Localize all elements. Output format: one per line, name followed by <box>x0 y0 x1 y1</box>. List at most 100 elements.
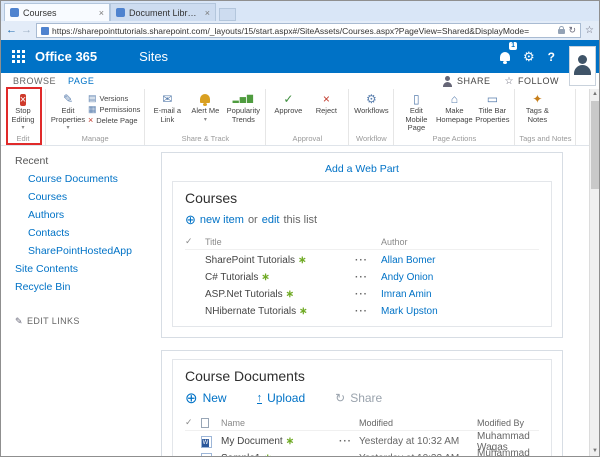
column-header-modified[interactable]: Modified <box>359 418 477 428</box>
column-header-name[interactable]: Name <box>221 418 339 428</box>
share-document-button[interactable]: ↻ Share <box>335 391 382 405</box>
stop-editing-button[interactable]: × Stop Editing ▾ <box>5 92 41 132</box>
share-button[interactable]: SHARE ☆ FOLLOW <box>443 76 559 87</box>
modified-date: Yesterday at 10:32 AM <box>359 453 477 456</box>
item-menu-ellipsis[interactable]: ··· <box>339 453 359 456</box>
sidebar-item-courses[interactable]: Courses <box>1 188 151 206</box>
home-icon: ⌂ <box>451 92 458 106</box>
tab-close-icon[interactable]: × <box>99 8 104 18</box>
item-menu-ellipsis[interactable]: ··· <box>355 306 381 317</box>
author-link[interactable]: Allan Bomer <box>381 255 539 266</box>
scrollbar-thumb[interactable] <box>591 101 599 189</box>
author-link[interactable]: Imran Amin <box>381 289 539 300</box>
word-document-icon <box>201 436 212 448</box>
group-label-manage: Manage <box>50 133 140 145</box>
make-homepage-button[interactable]: ⌂ Make Homepage <box>436 92 472 124</box>
table-row[interactable]: NHibernate Tutorials ··· Mark Upston <box>185 303 539 320</box>
column-header-title[interactable]: Title <box>205 237 355 247</box>
refresh-icon[interactable]: ↻ <box>568 25 576 36</box>
make-homepage-label: Make Homepage <box>436 107 473 124</box>
item-menu-ellipsis[interactable]: ··· <box>355 255 381 266</box>
tags-notes-button[interactable]: ✦ Tags & Notes <box>519 92 555 124</box>
office365-brand[interactable]: Office 365 <box>35 49 97 64</box>
help-icon[interactable]: ? <box>548 50 555 64</box>
email-link-button[interactable]: ✉ E-mail a Link <box>149 92 185 124</box>
approve-button[interactable]: ✓ Approve <box>270 92 306 116</box>
edit-properties-icon: ✎ <box>63 92 73 106</box>
scroll-up-arrow[interactable]: ▲ <box>590 89 600 99</box>
document-name-link[interactable]: My Document <box>221 436 283 447</box>
user-profile-avatar[interactable] <box>569 46 596 86</box>
alert-bell-icon <box>200 94 210 103</box>
select-all-checkmark[interactable]: ✓ <box>185 417 201 428</box>
new-item-link[interactable]: new item <box>200 214 244 226</box>
title-bar-icon: ▭ <box>487 92 498 106</box>
add-webpart-link[interactable]: Add a Web Part <box>172 161 552 181</box>
edit-properties-label: Edit Properties <box>50 107 86 124</box>
group-label-page-actions: Page Actions <box>398 133 510 145</box>
versions-button[interactable]: ▤ Versions <box>88 94 140 103</box>
tab-browse[interactable]: BROWSE <box>13 76 56 86</box>
url-field[interactable]: https://sharepointtutorials.sharepoint.c… <box>36 23 581 38</box>
alert-me-button[interactable]: Alert Me ▾ <box>187 92 223 124</box>
table-row[interactable]: ASP.Net Tutorials ··· Imran Amin <box>185 286 539 303</box>
workflows-button[interactable]: ⚙ Workflows <box>353 92 389 116</box>
delete-page-button[interactable]: × Delete Page <box>88 116 140 125</box>
edit-mobile-page-button[interactable]: ▯ Edit Mobile Page <box>398 92 434 133</box>
modified-date: Yesterday at 10:32 AM <box>359 436 477 447</box>
pencil-icon: ✎ <box>15 312 23 330</box>
new-item-badge-icon <box>261 272 269 283</box>
edit-properties-button[interactable]: ✎ Edit Properties ▾ <box>50 92 86 132</box>
ribbon-group-workflow: ⚙ Workflows Workflow <box>349 89 394 145</box>
approve-check-icon: ✓ <box>283 92 293 106</box>
browser-tab-courses[interactable]: Courses × <box>4 3 110 21</box>
back-button[interactable]: ← <box>6 25 17 36</box>
upload-button[interactable]: ↑ Upload <box>257 391 306 405</box>
courses-title[interactable]: Courses <box>185 190 539 206</box>
select-all-checkmark[interactable]: ✓ <box>185 236 205 247</box>
sidebar-item-sharepointhostedapp[interactable]: SharePointHostedApp <box>1 242 151 260</box>
table-row[interactable]: SharePoint Tutorials ··· Allan Bomer <box>185 252 539 269</box>
tags-notes-label: Tags & Notes <box>519 107 555 124</box>
notifications-bell-icon[interactable]: 1 <box>500 48 510 66</box>
stop-editing-label: Stop Editing <box>5 107 41 124</box>
sidebar-item-authors[interactable]: Authors <box>1 206 151 224</box>
title-bar-properties-button[interactable]: ▭ Title Bar Properties <box>474 92 510 124</box>
column-header-modified-by[interactable]: Modified By <box>477 418 539 428</box>
app-launcher-icon[interactable] <box>12 50 25 63</box>
author-link[interactable]: Andy Onion <box>381 272 539 283</box>
favorites-star-icon[interactable]: ☆ <box>585 25 594 36</box>
new-tab-button[interactable] <box>219 8 236 21</box>
table-row[interactable]: C# Tutorials ··· Andy Onion <box>185 269 539 286</box>
column-header-author[interactable]: Author <box>381 237 539 247</box>
popularity-trends-button[interactable]: ▂▅▇ Popularity Trends <box>225 92 261 124</box>
edit-links-button[interactable]: ✎ EDIT LINKS <box>1 312 151 330</box>
item-menu-ellipsis[interactable]: ··· <box>355 272 381 283</box>
courses-webpart: Courses ⊕ new item or edit this list ✓ T… <box>172 181 552 327</box>
vertical-scrollbar[interactable]: ▲ ▼ <box>589 89 599 456</box>
scroll-down-arrow[interactable]: ▼ <box>590 446 600 456</box>
sites-link[interactable]: Sites <box>139 49 168 64</box>
course-documents-title[interactable]: Course Documents <box>185 368 539 384</box>
item-menu-ellipsis[interactable]: ··· <box>355 289 381 300</box>
sidebar-item-course-documents[interactable]: Course Documents <box>1 170 151 188</box>
sidebar-item-recycle-bin[interactable]: Recycle Bin <box>1 278 151 296</box>
reject-button[interactable]: × Reject <box>308 92 344 116</box>
browser-tab-doclib-settings[interactable]: Document Library Setting × <box>110 3 216 21</box>
table-row[interactable]: Sample1 ··· Yesterday at 10:32 AM Muhamm… <box>185 450 539 456</box>
edit-list-link[interactable]: edit <box>262 214 280 226</box>
sidebar-item-site-contents[interactable]: Site Contents <box>1 260 151 278</box>
new-document-button[interactable]: ⊕ New <box>185 391 227 405</box>
lock-icon <box>558 29 565 34</box>
forward-button[interactable]: → <box>21 25 32 36</box>
sidebar-item-contacts[interactable]: Contacts <box>1 224 151 242</box>
author-link[interactable]: Mark Upston <box>381 306 539 317</box>
settings-gear-icon[interactable]: ⚙ <box>523 49 535 65</box>
plus-circle-icon: ⊕ <box>185 213 196 226</box>
tab-close-icon[interactable]: × <box>205 8 210 18</box>
document-name-link[interactable]: Sample1 <box>221 453 260 456</box>
tab-page[interactable]: PAGE <box>68 76 94 86</box>
item-menu-ellipsis[interactable]: ··· <box>339 436 359 447</box>
follow-button[interactable]: FOLLOW <box>518 76 559 86</box>
permissions-button[interactable]: ▦ Permissions <box>88 105 140 114</box>
